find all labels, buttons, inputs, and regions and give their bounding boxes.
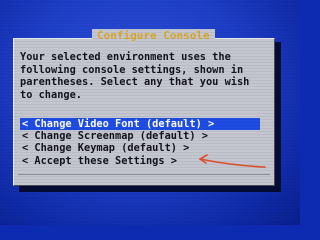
dialog-title: Configure Console (92, 29, 215, 42)
menu-item-change-video-font[interactable]: < Change Video Font (default) > (20, 118, 260, 131)
dialog-divider (18, 174, 270, 175)
console-screen: Configure Console Your selected environm… (0, 0, 300, 225)
message-line: to change. (20, 89, 82, 102)
dialog-message: Your selected environment uses the follo… (20, 51, 270, 102)
menu-item-change-screenmap[interactable]: < Change Screenmap (default) > (20, 130, 260, 142)
configure-console-dialog: Configure Console Your selected environm… (13, 29, 275, 186)
menu-item-accept-settings[interactable]: < Accept these Settings > (20, 155, 260, 167)
message-line: following console settings, shown in (20, 63, 244, 76)
menu-item-change-keymap[interactable]: < Change Keymap (default) > (20, 142, 260, 154)
message-line: parentheses. Select any that you wish (20, 76, 250, 89)
message-line: Your selected environment uses the (20, 51, 231, 63)
console-settings-menu: < Change Video Font (default) > < Change… (20, 118, 260, 167)
